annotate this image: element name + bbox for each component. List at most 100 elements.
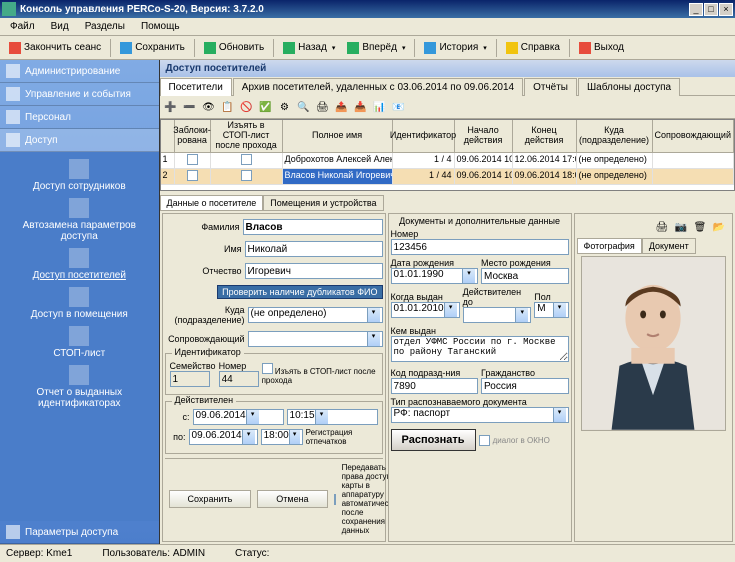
birthdate-dropdown[interactable]: ▾ xyxy=(462,269,475,283)
window-title: Консоль управления PERCo-S-20, Версия: 3… xyxy=(20,4,689,15)
photo-tab[interactable]: Фотография xyxy=(577,238,642,254)
subnav-visitor-access[interactable]: Доступ посетителей xyxy=(0,245,159,284)
nav-events[interactable]: Управление и события xyxy=(0,83,159,106)
tab-visitors[interactable]: Посетители xyxy=(160,78,232,96)
col-start[interactable]: Начало действия xyxy=(455,120,513,153)
to-time-spinner[interactable]: ▾ xyxy=(289,430,300,444)
auto-transfer-checkbox[interactable] xyxy=(334,494,336,505)
history-button[interactable]: История xyxy=(419,40,491,56)
check-duplicates-button[interactable]: Проверить наличие дубликатов ФИО xyxy=(217,285,382,299)
col-stoplist[interactable]: Изъять в СТОП-лист после прохода xyxy=(211,120,283,153)
subnav-auto-params[interactable]: Автозамена параметров доступа xyxy=(0,195,159,245)
dept-dropdown[interactable]: ▾ xyxy=(367,308,380,322)
photo-camera-icon[interactable]: 📷 xyxy=(672,218,690,236)
menubar: Файл Вид Разделы Помощь xyxy=(0,18,735,36)
end-session-button[interactable]: Закончить сеанс xyxy=(4,40,106,56)
visitors-grid[interactable]: Заблоки-рована Изъять в СТОП-лист после … xyxy=(160,119,735,191)
import-icon[interactable]: 📥 xyxy=(352,98,370,116)
apply-icon[interactable]: ⚙ xyxy=(276,98,294,116)
photo-delete-icon[interactable]: 🗑 xyxy=(691,218,709,236)
grid-toolbar: ➕ ➖ 👁 📋 🚫 ✅ ⚙ 🔍 🖨 📤 📥 📊 📧 xyxy=(160,96,735,119)
tab-templates[interactable]: Шаблоны доступа xyxy=(578,78,680,96)
table-row[interactable]: 1 Доброхотов Алексей Алексеевич 1 / 4 09… xyxy=(161,153,734,169)
events-icon xyxy=(6,87,20,101)
close-button[interactable]: × xyxy=(719,3,733,16)
citizenship-input[interactable] xyxy=(481,378,569,394)
filter-icon[interactable]: 🔍 xyxy=(295,98,313,116)
middlename-input[interactable] xyxy=(245,263,383,279)
documents-panel: Документы и дополнительные данные Номер … xyxy=(388,213,572,542)
form-cancel-button[interactable]: Отмена xyxy=(257,490,327,508)
unblock-icon[interactable]: ✅ xyxy=(257,98,275,116)
to-date-dropdown[interactable]: ▾ xyxy=(242,430,255,444)
print-icon[interactable]: 🖨 xyxy=(314,98,332,116)
col-name[interactable]: Полное имя xyxy=(283,120,393,153)
subnav-staff-access[interactable]: Доступ сотрудников xyxy=(0,156,159,195)
subnav-report[interactable]: Отчет о выданных идентификаторах xyxy=(0,362,159,412)
menu-view[interactable]: Вид xyxy=(45,20,75,33)
exit-button[interactable]: Выход xyxy=(574,40,629,56)
col-dept[interactable]: Куда (подразделение) xyxy=(577,120,653,153)
back-button[interactable]: Назад xyxy=(278,40,340,56)
forward-button[interactable]: Вперёд xyxy=(342,40,410,56)
copy-icon[interactable]: 📋 xyxy=(219,98,237,116)
form-save-button[interactable]: Сохранить xyxy=(169,490,252,508)
recognize-button[interactable]: Распознать xyxy=(391,429,476,451)
nav-personal[interactable]: Персонал xyxy=(0,106,159,129)
save-button[interactable]: Сохранить xyxy=(115,40,190,56)
doctype-dropdown[interactable]: ▾ xyxy=(553,408,566,422)
send-icon[interactable]: 📧 xyxy=(390,98,408,116)
lastname-input[interactable] xyxy=(243,219,383,235)
photo-panel: 🖨 📷 🗑 📂 Фотография Документ xyxy=(574,213,733,542)
issued-dropdown[interactable]: ▾ xyxy=(444,303,457,317)
export-icon[interactable]: 📤 xyxy=(333,98,351,116)
excel-icon[interactable]: 📊 xyxy=(371,98,389,116)
visitor-photo xyxy=(581,256,726,431)
birthplace-input[interactable] xyxy=(481,268,569,284)
col-end[interactable]: Конец действия xyxy=(513,120,577,153)
doc-number-input[interactable] xyxy=(391,239,569,255)
col-blocked[interactable]: Заблоки-рована xyxy=(175,120,211,153)
issuer-input[interactable] xyxy=(391,336,569,362)
refresh-button[interactable]: Обновить xyxy=(199,40,269,56)
gear-icon xyxy=(6,64,20,78)
visitor-form: Фамилия Имя Отчество Проверить наличие д… xyxy=(162,213,386,542)
col-id[interactable]: Идентификатор xyxy=(393,120,455,153)
report-icon xyxy=(69,365,89,385)
dialog-checkbox[interactable] xyxy=(479,435,490,446)
lock-icon xyxy=(69,159,89,179)
menu-help[interactable]: Помощь xyxy=(135,20,186,33)
photo-print-icon[interactable]: 🖨 xyxy=(653,218,671,236)
nav-access[interactable]: Доступ xyxy=(0,129,159,152)
subnav-stoplist[interactable]: СТОП-лист xyxy=(0,323,159,362)
detail-tab-data[interactable]: Данные о посетителе xyxy=(160,195,264,211)
menu-sections[interactable]: Разделы xyxy=(79,20,131,33)
code-input[interactable] xyxy=(391,378,479,394)
sex-dropdown[interactable]: ▾ xyxy=(553,303,566,317)
photo-open-icon[interactable]: 📂 xyxy=(710,218,728,236)
detail-tab-rooms[interactable]: Помещения и устройства xyxy=(263,195,383,211)
tab-archive[interactable]: Архив посетителей, удаленных с 03.06.201… xyxy=(233,78,523,96)
view-icon[interactable]: 👁 xyxy=(200,98,218,116)
menu-file[interactable]: Файл xyxy=(4,20,41,33)
minimize-button[interactable]: _ xyxy=(689,3,703,16)
from-date-dropdown[interactable]: ▾ xyxy=(246,410,259,424)
maximize-button[interactable]: □ xyxy=(704,3,718,16)
nav-admin[interactable]: Администрирование xyxy=(0,60,159,83)
table-row[interactable]: 2 Власов Николай Игоревич 1 / 44 09.06.2… xyxy=(161,169,734,185)
from-time-spinner[interactable]: ▾ xyxy=(315,410,328,424)
block-icon[interactable]: 🚫 xyxy=(238,98,256,116)
validto-dropdown[interactable]: ▾ xyxy=(515,308,528,322)
delete-icon[interactable]: ➖ xyxy=(181,98,199,116)
stoplist-checkbox[interactable] xyxy=(262,363,273,374)
escort-dropdown[interactable]: ▾ xyxy=(367,332,380,346)
firstname-input[interactable] xyxy=(245,241,383,257)
family-input xyxy=(170,371,210,387)
tab-reports[interactable]: Отчёты xyxy=(524,78,577,96)
col-escort[interactable]: Сопровождающий xyxy=(653,120,734,153)
subnav-room-access[interactable]: Доступ в помещения xyxy=(0,284,159,323)
document-tab[interactable]: Документ xyxy=(642,238,696,254)
nav-params[interactable]: Параметры доступа xyxy=(0,521,159,544)
add-icon[interactable]: ➕ xyxy=(162,98,180,116)
help-button[interactable]: Справка xyxy=(501,40,565,56)
